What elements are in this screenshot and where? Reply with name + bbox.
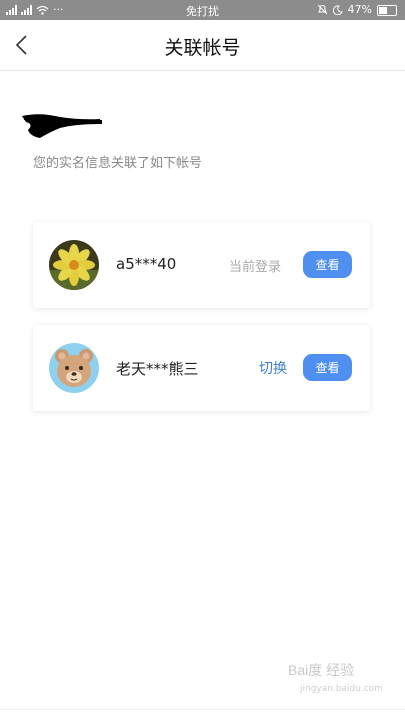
alarm-icon [317,4,327,15]
status-right: 47% [317,3,397,16]
baidu-watermark: Bai度 经验 [288,662,355,678]
switch-account-link[interactable]: 切换 [259,358,287,378]
status-bar: ··· 免打扰 47% [0,0,405,20]
current-login-label: 当前登录 [229,260,282,275]
linked-info-text: 您的实名信息关联了如下帐号 [33,156,203,171]
avatar [49,240,99,290]
battery-percent: 47% [347,3,372,16]
nav-header: 关联帐号 [0,20,405,71]
bear-avatar-icon [49,343,99,393]
battery-icon [377,4,397,16]
redacted-name-scribble [22,114,102,138]
flower-avatar-icon [49,240,99,290]
moon-icon [332,4,343,15]
baidu-watermark-url: jingyan.baidu.com [300,684,384,694]
view-button[interactable]: 查看 [303,354,352,381]
account-card: 老天***熊三 切换 查看 [33,325,370,411]
account-name: 老天***熊三 [116,360,199,378]
account-name: a5***40 [116,255,177,273]
avatar [49,343,99,393]
bottom-divider [0,709,405,710]
page-title: 关联帐号 [164,37,241,59]
view-button[interactable]: 查看 [303,251,352,278]
account-card: a5***40 当前登录 查看 [33,222,370,308]
